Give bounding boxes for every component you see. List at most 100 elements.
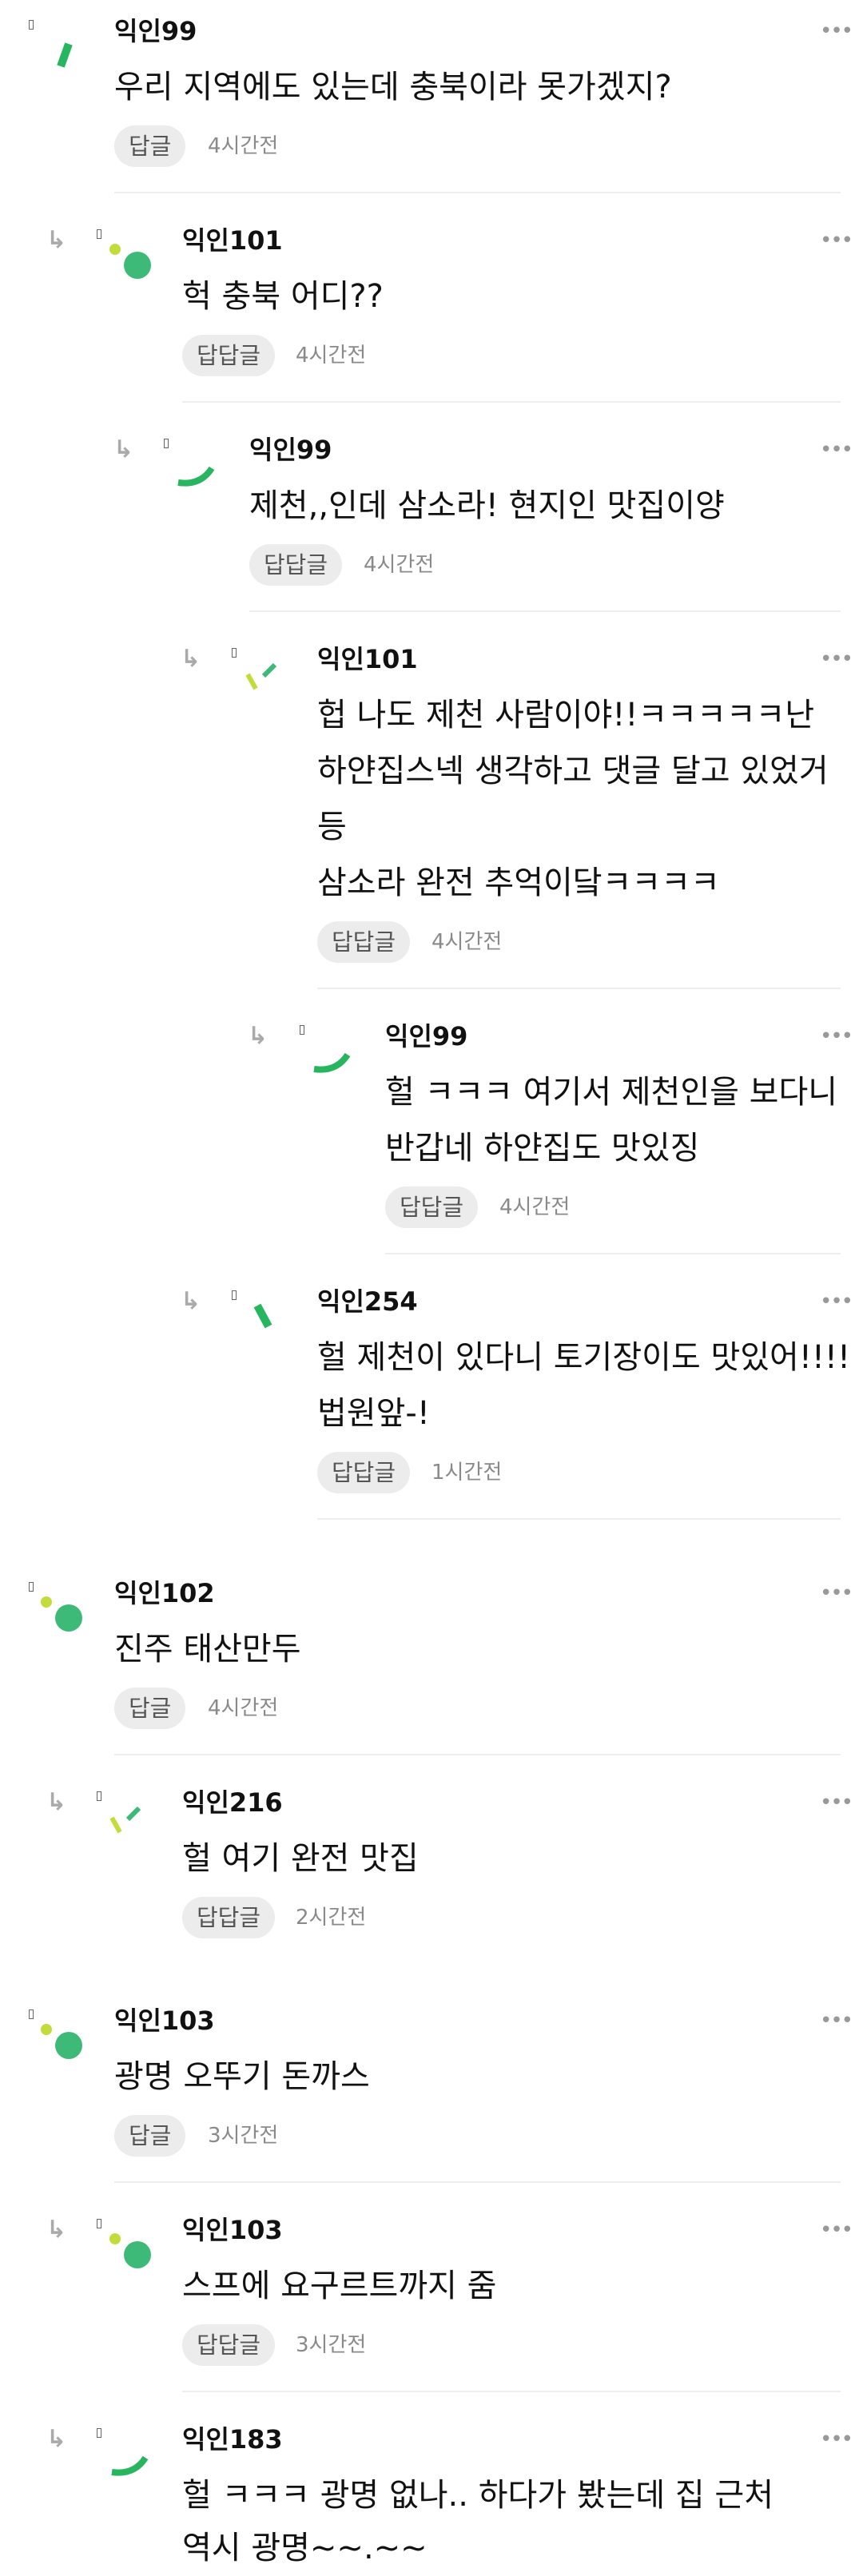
reply-button[interactable]: 답글 [114, 125, 186, 167]
reply-button[interactable]: 답답글 [249, 544, 343, 586]
comment-text: 광명 오뚜기 돈까스 [114, 2058, 370, 2095]
avatar-corner-mark [232, 648, 237, 658]
more-dots-icon[interactable]: ••• [820, 438, 853, 462]
avatar-corner-mark [300, 1025, 304, 1035]
comment: 익인99 ••• 우리 지역에도 있는데 충북이라 못가겠지? 답글 4시간전 [0, 0, 863, 200]
comment-text: 우리 지역에도 있는데 충북이라 못가겠지? [114, 69, 672, 105]
avatar[interactable] [104, 2434, 152, 2482]
more-dots-icon[interactable]: ••• [820, 229, 853, 252]
reply-button[interactable]: 답글 [114, 1688, 186, 1729]
reply-button[interactable]: 답답글 [385, 1187, 479, 1228]
more-dots-icon[interactable]: ••• [820, 647, 853, 671]
comment-author[interactable]: 익인103 [114, 2005, 215, 2037]
comment-time: 3시간전 [296, 2333, 367, 2357]
comment-text: 등 [317, 809, 347, 845]
reply-arrow-icon: ↳ [46, 2425, 67, 2453]
avatar[interactable] [240, 1296, 288, 1344]
more-dots-icon[interactable]: ••• [820, 2427, 853, 2451]
comment-text: 반갑네 하얀집도 맛있징 [385, 1130, 700, 1167]
divider [114, 2181, 841, 2183]
comment: ↳ 익인103 ••• 스프에 요구르트까지 줌 답답글 3시간전 [0, 2199, 863, 2399]
avatar[interactable] [306, 1031, 354, 1079]
comment-time: 2시간전 [296, 1906, 367, 1930]
reply-arrow-icon: ↳ [46, 226, 67, 254]
comment-time: 4시간전 [499, 1195, 571, 1219]
comment-text: 헐 제천이 있다니 토기장이도 맛있어!!!! [317, 1339, 850, 1376]
avatar[interactable] [37, 1588, 85, 1636]
comment: ↳ 익인101 ••• 헙 나도 제천 사람이야!!ㅋㅋㅋㅋㅋ난 하얀집스넥 생… [0, 628, 863, 996]
comment-author[interactable]: 익인101 [182, 225, 283, 256]
comment-author[interactable]: 익인183 [182, 2423, 283, 2455]
comment-text: 하얀집스넥 생각하고 댓글 달고 있었거 [317, 753, 829, 789]
avatar[interactable] [104, 235, 152, 283]
comment-time: 4시간전 [296, 344, 367, 368]
comment-time: 3시간전 [208, 2124, 279, 2148]
reply-button[interactable]: 답답글 [182, 2324, 276, 2366]
comment: ↳ 익인254 ••• 헐 제천이 있다니 토기장이도 맛있어!!!! 법원앞-… [0, 1270, 863, 1526]
comment-time: 1시간전 [432, 1461, 503, 1485]
comment-text: 삼소라 완전 추억이닼ㅋㅋㅋㅋ [317, 865, 720, 901]
reply-arrow-icon: ↳ [46, 2216, 67, 2244]
reply-button[interactable]: 답글 [114, 2115, 186, 2157]
avatar-corner-mark [164, 439, 169, 448]
more-dots-icon[interactable]: ••• [820, 1791, 853, 1815]
avatar-corner-mark [97, 229, 101, 239]
comment-text: 헙 나도 제천 사람이야!!ㅋㅋㅋㅋㅋ난 [317, 697, 815, 733]
avatar-corner-mark [97, 2428, 101, 2438]
reply-button[interactable]: 답답글 [182, 335, 276, 376]
comment-author[interactable]: 익인99 [114, 15, 197, 47]
comment-author[interactable]: 익인101 [317, 643, 418, 675]
reply-arrow-icon: ↳ [46, 1788, 67, 1816]
divider [385, 1253, 841, 1254]
divider [114, 1754, 841, 1755]
comment-author[interactable]: 익인99 [249, 434, 332, 466]
reply-button[interactable]: 답답글 [317, 921, 411, 963]
avatar[interactable] [104, 1797, 152, 1845]
avatar[interactable] [40, 28, 88, 76]
comment-text: 역시 광명~~.~~ [182, 2530, 428, 2566]
avatar[interactable] [104, 2224, 152, 2272]
reply-button[interactable]: 답답글 [182, 1897, 276, 1938]
avatar[interactable] [170, 444, 218, 492]
comment-author[interactable]: 익인102 [114, 1577, 215, 1609]
avatar[interactable] [240, 654, 288, 702]
comment-time: 4시간전 [432, 930, 503, 954]
comment-text: 헉 충북 어디?? [182, 278, 384, 315]
comment-text: 헐 ㅋㅋㅋ 여기서 제천인을 보다니 [385, 1074, 838, 1111]
divider [182, 401, 841, 403]
reply-arrow-icon: ↳ [248, 1022, 268, 1050]
comment-text: 제천,,인데 삼소라! 현지인 맛집이양 [249, 487, 725, 524]
comment: ↳ 익인216 ••• 헐 여기 완전 맛집 답답글 2시간전 [0, 1771, 863, 1971]
more-dots-icon[interactable]: ••• [820, 2009, 853, 2033]
avatar-corner-mark [29, 2010, 34, 2019]
avatar[interactable] [37, 2015, 85, 2063]
comment-text: 스프에 요구르트까지 줌 [182, 2268, 497, 2304]
reply-button[interactable]: 답답글 [317, 1452, 411, 1493]
avatar-corner-mark [97, 1791, 101, 1801]
reply-arrow-icon: ↳ [181, 645, 201, 673]
avatar-corner-mark [29, 1582, 34, 1592]
comment-author[interactable]: 익인216 [182, 1787, 283, 1819]
comment-text: 헐 여기 완전 맛집 [182, 1840, 419, 1877]
comment-text: 법원앞-! [317, 1395, 430, 1432]
comment-time: 4시간전 [364, 553, 435, 577]
avatar-corner-mark [29, 20, 34, 30]
more-dots-icon[interactable]: ••• [820, 19, 853, 43]
comment-time: 4시간전 [208, 1696, 279, 1720]
divider [249, 610, 841, 612]
divider [317, 1518, 841, 1520]
more-dots-icon[interactable]: ••• [820, 1290, 853, 1314]
comment-author[interactable]: 익인103 [182, 2214, 283, 2246]
comment-author[interactable]: 익인254 [317, 1286, 418, 1318]
comment-author[interactable]: 익인99 [385, 1020, 467, 1052]
divider [114, 192, 841, 193]
comment: 익인103 ••• 광명 오뚜기 돈까스 답글 3시간전 [0, 1990, 863, 2189]
more-dots-icon[interactable]: ••• [820, 2218, 853, 2242]
comment-time: 4시간전 [208, 134, 279, 158]
more-dots-icon[interactable]: ••• [820, 1581, 853, 1605]
comment: 익인102 ••• 진주 태산만두 답글 4시간전 [0, 1562, 863, 1762]
divider [182, 2391, 841, 2392]
more-dots-icon[interactable]: ••• [820, 1024, 853, 1048]
avatar-corner-mark [232, 1290, 237, 1300]
reply-arrow-icon: ↳ [181, 1287, 201, 1315]
